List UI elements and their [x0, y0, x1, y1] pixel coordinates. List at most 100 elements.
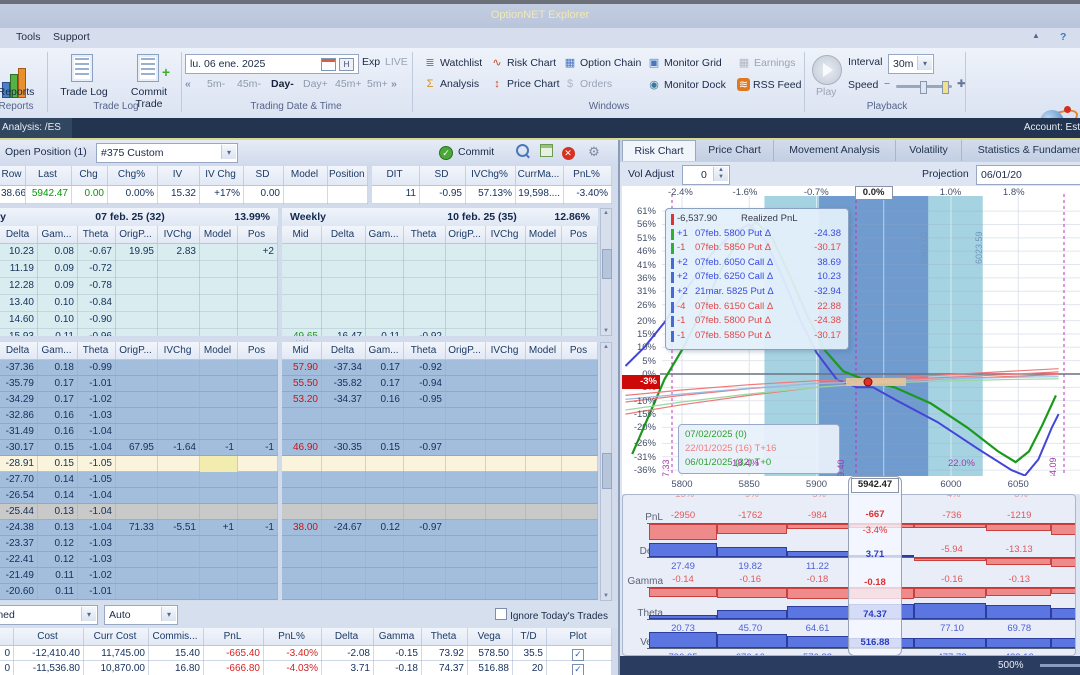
- table-row[interactable]: 57.90 -37.34 0.17 -0.92: [282, 360, 598, 376]
- window-button-monitor-grid[interactable]: ▣ Monitor Grid: [647, 56, 722, 73]
- table-row[interactable]: -34.29 0.17 -1.02: [0, 392, 278, 408]
- scroll-up-icon[interactable]: ▲: [602, 344, 610, 350]
- table-row[interactable]: 11.19 0.09 -0.72: [0, 261, 278, 278]
- scroll-thumb[interactable]: [602, 249, 612, 279]
- table-row[interactable]: [282, 488, 598, 504]
- trading-date-input[interactable]: lu. 06 ene. 2025 H: [185, 54, 359, 74]
- search-icon[interactable]: [514, 144, 530, 160]
- menu-support[interactable]: Support: [53, 31, 90, 43]
- table-row[interactable]: 49.6516.470.11-0.92: [282, 329, 598, 336]
- table-row[interactable]: [282, 536, 598, 552]
- tab-movement-analysis[interactable]: Movement Analysis: [774, 140, 896, 161]
- table-row[interactable]: -37.36 0.18 -0.99: [0, 360, 278, 376]
- tab-risk-chart[interactable]: Risk Chart: [622, 140, 696, 161]
- table-row[interactable]: -21.49 0.11 -1.02: [0, 568, 278, 584]
- menu-tools[interactable]: Tools: [16, 31, 41, 43]
- help-icon[interactable]: ?: [1060, 31, 1066, 43]
- commit-trade-button[interactable]: + Commit Trade: [118, 52, 180, 110]
- interval-select[interactable]: 30m ▾: [888, 54, 934, 74]
- window-button-risk-chart[interactable]: ∿ Risk Chart: [490, 56, 556, 73]
- reports-button[interactable]: Reports: [0, 52, 44, 98]
- table-row[interactable]: -20.60 0.11 -1.01: [0, 584, 278, 600]
- tab-volatility[interactable]: Volatility: [896, 140, 962, 161]
- projection-input[interactable]: 06/01/20: [976, 165, 1080, 185]
- table-row[interactable]: [282, 456, 598, 472]
- ignore-trades-checkbox[interactable]: Ignore Today's Trades: [495, 608, 608, 622]
- table-row[interactable]: 38.66 5942.47 0.00 0.00% 15.32 +17% 0.00: [0, 186, 368, 204]
- nav-5m[interactable]: 5m+: [367, 78, 388, 90]
- time-step-icon[interactable]: H: [339, 58, 354, 71]
- nav-prev-icon[interactable]: «: [185, 78, 191, 90]
- table-row[interactable]: 46.90 -30.35 0.15 -0.97: [282, 440, 598, 456]
- table-row[interactable]: [282, 568, 598, 584]
- table-row[interactable]: [282, 408, 598, 424]
- table-row[interactable]: [282, 261, 598, 278]
- table-row[interactable]: -23.37 0.12 -1.03: [0, 536, 278, 552]
- window-button-analysis[interactable]: Σ Analysis: [423, 78, 480, 95]
- strategy-select[interactable]: #375 Custom ▾: [96, 143, 238, 163]
- export-icon[interactable]: [538, 144, 554, 160]
- window-button-orders[interactable]: $ Orders: [563, 78, 612, 95]
- nav-next-icon[interactable]: »: [391, 78, 397, 90]
- tab-price-chart[interactable]: Price Chart: [696, 140, 774, 161]
- window-button-rss-feed[interactable]: ≋ RSS Feed: [737, 78, 801, 95]
- close-icon[interactable]: ✕: [560, 144, 576, 160]
- table-row[interactable]: 15.930.11-0.96: [0, 329, 278, 336]
- table-row[interactable]: 55.50 -35.82 0.17 -0.94: [282, 376, 598, 392]
- scroll-down-icon[interactable]: ▼: [602, 328, 610, 334]
- speed-slider[interactable]: [896, 81, 952, 94]
- table-row[interactable]: [282, 295, 598, 312]
- table-row[interactable]: 12.28 0.09 -0.78: [0, 278, 278, 295]
- window-button-option-chain[interactable]: ▦ Option Chain: [563, 56, 642, 73]
- exp-label[interactable]: Exp: [362, 56, 380, 73]
- table-row[interactable]: 53.20 -34.37 0.16 -0.95: [282, 392, 598, 408]
- table-row[interactable]: -35.79 0.17 -1.01: [0, 376, 278, 392]
- table-row[interactable]: [282, 424, 598, 440]
- nav-day[interactable]: Day+: [303, 78, 328, 90]
- nav-45m[interactable]: 45m-: [237, 78, 261, 90]
- table-row[interactable]: 10.23 0.08 -0.67 19.95 2.83 +2: [0, 244, 278, 261]
- plot-checkbox[interactable]: ✓: [572, 664, 584, 675]
- scroll-thumb[interactable]: [602, 453, 612, 489]
- table-row[interactable]: [282, 584, 598, 600]
- table-row[interactable]: -31.49 0.16 -1.04: [0, 424, 278, 440]
- table-row[interactable]: -24.38 0.13 -1.04 71.33 -5.51 +1 -1: [0, 520, 278, 536]
- table-row[interactable]: 0 -12,410.40 11,745.00 15.40 -665.40 -3.40% -2…: [0, 646, 612, 661]
- commit-label[interactable]: Commit: [458, 146, 494, 158]
- table-row[interactable]: -30.17 0.15 -1.04 67.95 -1.64 -1 -1: [0, 440, 278, 456]
- nav-day[interactable]: Day-: [271, 78, 294, 90]
- table-row[interactable]: 14.60 0.10 -0.90: [0, 312, 278, 329]
- table-row[interactable]: [282, 312, 598, 329]
- risk-chart[interactable]: 5861.305901.915983.036023.5961%56%51%46%…: [622, 186, 1080, 494]
- table-row[interactable]: -27.70 0.14 -1.05: [0, 472, 278, 488]
- auto-select[interactable]: Auto ▾: [104, 605, 178, 625]
- nav-5m[interactable]: 5m-: [207, 78, 225, 90]
- table-row[interactable]: -26.54 0.14 -1.04: [0, 488, 278, 504]
- window-button-monitor-dock[interactable]: ◉ Monitor Dock: [647, 78, 726, 95]
- table-row[interactable]: [282, 472, 598, 488]
- scroll-down-icon[interactable]: ▼: [602, 593, 610, 599]
- table-row[interactable]: 13.40 0.10 -0.84: [0, 295, 278, 312]
- mode-select[interactable]: Combined▾: [0, 605, 98, 625]
- play-button[interactable]: [812, 55, 842, 85]
- window-button-watchlist[interactable]: ≣ Watchlist: [423, 56, 482, 73]
- nav-45m[interactable]: 45m+: [335, 78, 362, 90]
- scroll-up-icon[interactable]: ▲: [602, 210, 610, 216]
- expiry-header-right[interactable]: Weekly 10 feb. 25 (35) 12.86%: [282, 208, 598, 227]
- plot-checkbox[interactable]: ✓: [572, 649, 584, 661]
- calendar-icon[interactable]: [321, 58, 336, 71]
- chain-scrollbar[interactable]: ▲ ▼: [600, 342, 612, 601]
- table-row[interactable]: [282, 244, 598, 261]
- table-row[interactable]: 0 -11,536.80 10,870.00 16.80 -666.80 -4.03% 3.…: [0, 661, 612, 675]
- live-label[interactable]: LIVE: [385, 56, 408, 73]
- trade-log-button[interactable]: Trade Log: [52, 52, 116, 98]
- upper-scrollbar[interactable]: ▲ ▼: [600, 208, 612, 336]
- table-row[interactable]: 38.00 -24.67 0.12 -0.97: [282, 520, 598, 536]
- settings-icon[interactable]: ⚙: [586, 144, 602, 160]
- zoom-slider[interactable]: [1040, 664, 1080, 667]
- table-row[interactable]: -32.86 0.16 -1.03: [0, 408, 278, 424]
- window-button-price-chart[interactable]: ↕ Price Chart: [490, 78, 559, 95]
- tab-analysis-es[interactable]: Analysis: /ES: [0, 118, 72, 138]
- table-row[interactable]: -25.44 0.13 -1.04: [0, 504, 278, 520]
- tab-statistics-fundamentals[interactable]: Statistics & Fundamentals: [962, 140, 1080, 161]
